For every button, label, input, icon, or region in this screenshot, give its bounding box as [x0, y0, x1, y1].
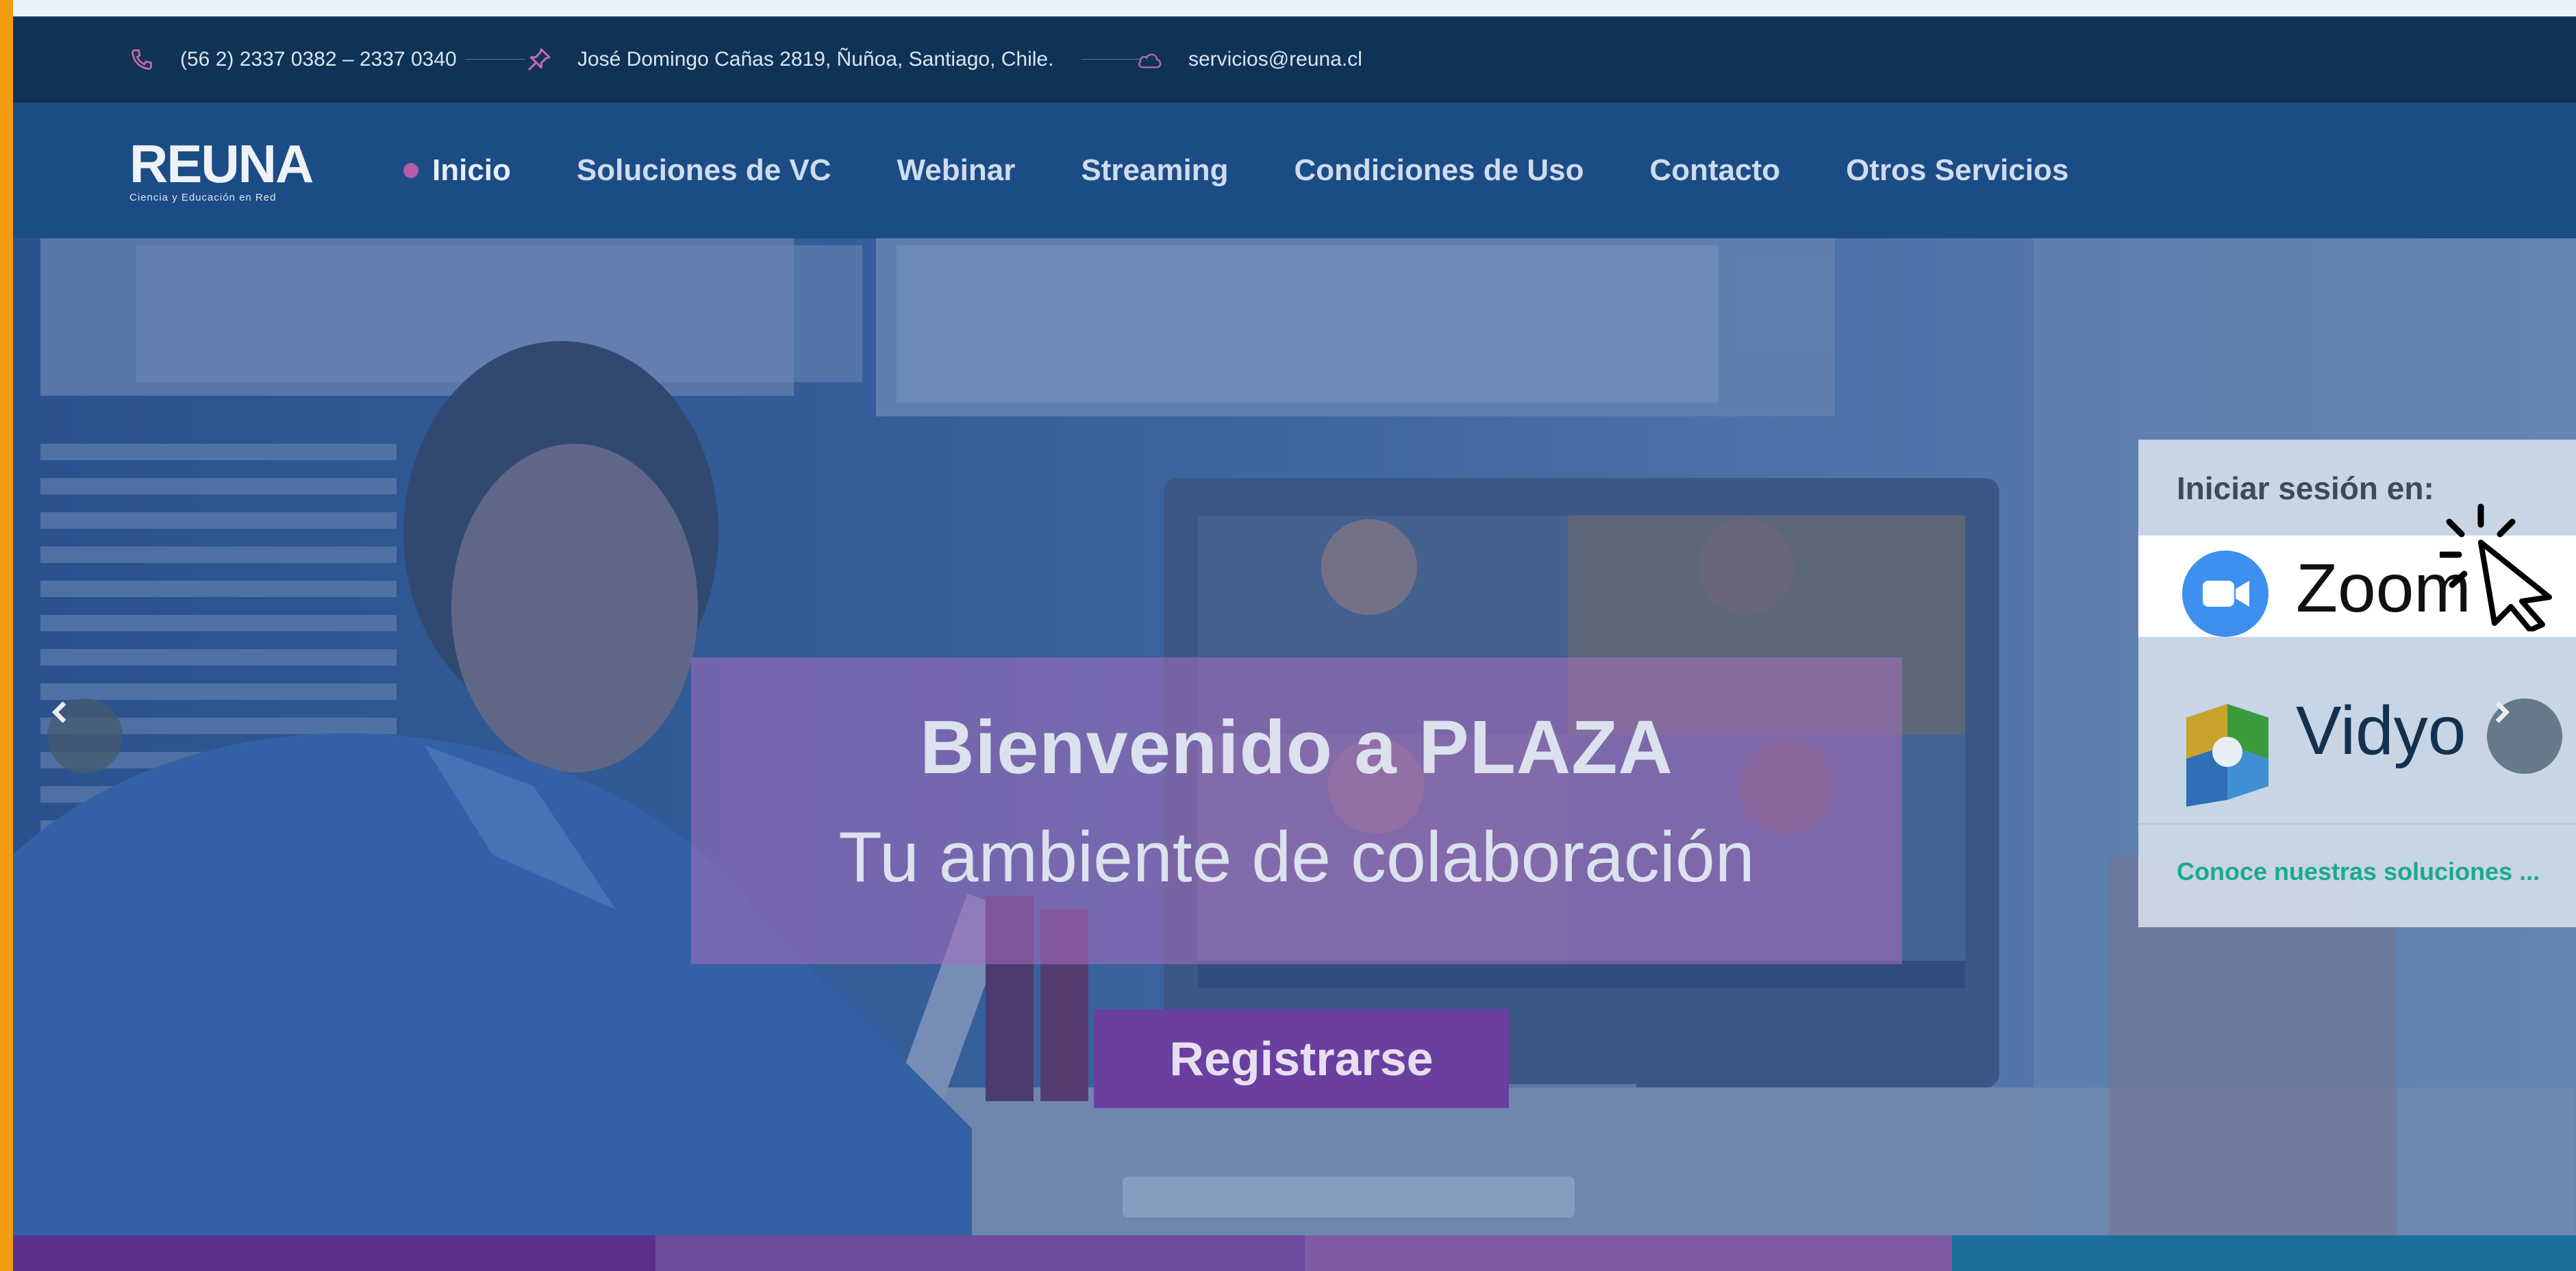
nav-item-otros-servicios[interactable]: Otros Servicios — [1846, 153, 2068, 188]
vidyo-label: Vidyo — [2296, 692, 2466, 769]
left-accent-stripe — [0, 0, 13, 1271]
pointer-cursor-icon — [2440, 503, 2552, 631]
pin-icon — [525, 46, 553, 73]
address-item[interactable]: José Domingo Cañas 2819, Ñuñoa, Santiago… — [525, 16, 1053, 103]
bottom-strip-segment — [13, 1235, 655, 1271]
phone-text: (56 2) 2337 0382 – 2337 0340 — [180, 48, 457, 71]
chevron-left-icon — [51, 701, 66, 723]
cloud-icon — [1136, 46, 1164, 73]
bottom-strip-segment — [1305, 1235, 1952, 1271]
login-label: Iniciar sesión en: — [2177, 470, 2434, 506]
bottom-strip-segment — [655, 1235, 1305, 1271]
chevron-right-icon — [2495, 701, 2510, 723]
phone-item[interactable]: (56 2) 2337 0382 – 2337 0340 — [128, 16, 457, 103]
divider — [1081, 59, 1142, 60]
register-button[interactable]: Registrarse — [1094, 1009, 1509, 1108]
hero-title: Bienvenido a PLAZA — [920, 705, 1673, 790]
phone-icon — [128, 46, 155, 73]
slider-next-button[interactable] — [2487, 699, 2562, 774]
bottom-strip-segment — [1952, 1235, 2576, 1271]
nav-menu: Inicio Soluciones de VC Webinar Streamin… — [403, 103, 2134, 238]
email-item[interactable]: servicios@reuna.cl — [1136, 16, 1362, 103]
solutions-link[interactable]: Conoce nuestras soluciones ... — [2177, 857, 2540, 886]
reuna-logo[interactable]: REUNA Ciencia y Educación en Red — [129, 137, 328, 205]
active-dot-icon — [403, 163, 418, 178]
email-text: servicios@reuna.cl — [1188, 48, 1362, 71]
nav-item-contacto[interactable]: Contacto — [1649, 153, 1780, 188]
main-navbar: REUNA Ciencia y Educación en Red Inicio … — [13, 103, 2576, 238]
top-gap — [13, 0, 2576, 16]
hero-subtitle: Tu ambiente de colaboración — [838, 818, 1755, 897]
slider-prev-button[interactable] — [47, 699, 123, 774]
nav-item-inicio[interactable]: Inicio — [403, 153, 511, 188]
hero-slider: Bienvenido a PLAZA Tu ambiente de colabo… — [13, 238, 2576, 1235]
zoom-logo-icon — [2182, 551, 2268, 637]
nav-item-label: Inicio — [432, 153, 511, 187]
nav-item-webinar[interactable]: Webinar — [897, 153, 1016, 188]
login-divider — [2138, 823, 2576, 825]
logo-mark: REUNA — [129, 134, 314, 194]
contact-bar: (56 2) 2337 0382 – 2337 0340 José Doming… — [13, 16, 2576, 103]
nav-item-condiciones[interactable]: Condiciones de Uso — [1295, 153, 1584, 188]
login-panel: Iniciar sesión en: Zoom Vidyo Conoce nue… — [2138, 440, 2576, 927]
address-text: José Domingo Cañas 2819, Ñuñoa, Santiago… — [577, 48, 1054, 71]
nav-item-soluciones-vc[interactable]: Soluciones de VC — [577, 153, 831, 188]
divider — [465, 59, 525, 60]
nav-item-streaming[interactable]: Streaming — [1081, 153, 1228, 188]
vidyo-logo-icon — [2186, 704, 2268, 807]
